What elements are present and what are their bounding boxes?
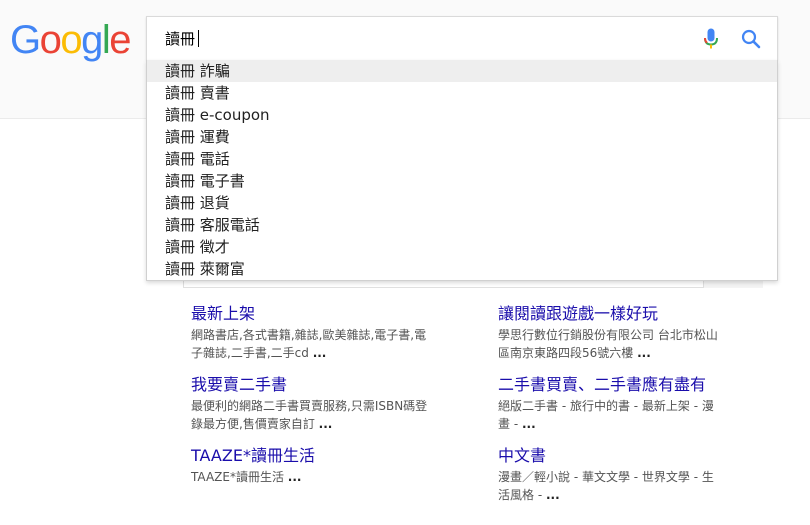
sitelink-snippet: 學思行數位行銷股份有限公司 台北市松山區南京東路四段56號六樓 ... bbox=[498, 326, 718, 362]
suggestion-item[interactable]: 讀冊 退貨 bbox=[147, 192, 777, 214]
sitelink: 我要賣二手書 最便利的網路二手書買賣服務,只需ISBN碼登錄最方便,售價賣家自訂… bbox=[191, 375, 491, 433]
sitelink-snippet: 漫畫／輕小說 - 華文文學 - 世界文學 - 生活風格 - ... bbox=[498, 468, 718, 504]
snippet-ellipsis: ... bbox=[287, 470, 302, 484]
sitelink: TAAZE*讀冊生活 TAAZE*讀冊生活 ... bbox=[191, 446, 491, 486]
sitelink-title[interactable]: 二手書買賣、二手書應有盡有 bbox=[498, 375, 798, 397]
text-caret bbox=[198, 30, 200, 47]
microphone-icon[interactable] bbox=[703, 28, 719, 50]
snippet-text: 最便利的網路二手書買賣服務,只需ISBN碼登錄最方便,售價賣家自訂 bbox=[191, 399, 428, 431]
snippet-text: 網路書店,各式書籍,雜誌,歐美雜誌,電子書,電子雜誌,二手書,二手cd bbox=[191, 328, 427, 360]
suggestion-item[interactable]: 讀冊 客服電話 bbox=[147, 214, 777, 236]
logo-letter: l bbox=[101, 18, 111, 62]
sitelink-title[interactable]: 我要賣二手書 bbox=[191, 375, 491, 397]
sitelink: 二手書買賣、二手書應有盡有 絕版二手書 - 旅行中的書 - 最新上架 - 漫畫 … bbox=[498, 375, 798, 433]
snippet-ellipsis: ... bbox=[521, 417, 536, 431]
suggestion-item[interactable]: 讀冊 詐騙 bbox=[147, 60, 777, 82]
logo-letter: o bbox=[60, 18, 82, 62]
sitelink: 中文書 漫畫／輕小說 - 華文文學 - 世界文學 - 生活風格 - ... bbox=[498, 446, 798, 504]
search-input[interactable]: 讀冊 bbox=[165, 17, 200, 61]
sitelink-snippet: 絕版二手書 - 旅行中的書 - 最新上架 - 漫畫 - ... bbox=[498, 397, 718, 433]
suggestion-item[interactable]: 讀冊 電子書 bbox=[147, 170, 777, 192]
suggestion-item[interactable]: 讀冊 運費 bbox=[147, 126, 777, 148]
sitelink-snippet: 最便利的網路二手書買賣服務,只需ISBN碼登錄最方便,售價賣家自訂 ... bbox=[191, 397, 431, 433]
suggestion-item[interactable]: 讀冊 賣書 bbox=[147, 82, 777, 104]
sitelink-title[interactable]: 最新上架 bbox=[191, 304, 491, 326]
sitelink-snippet: 網路書店,各式書籍,雜誌,歐美雜誌,電子書,電子雜誌,二手書,二手cd ... bbox=[191, 326, 431, 362]
suggestion-item[interactable]: 讀冊 萊爾富 bbox=[147, 258, 777, 280]
suggestion-item[interactable]: 讀冊 電話 bbox=[147, 148, 777, 170]
snippet-text: TAAZE*讀冊生活 bbox=[191, 470, 284, 484]
suggestion-item[interactable]: 讀冊 e-coupon bbox=[147, 104, 777, 126]
search-icon[interactable] bbox=[741, 29, 761, 49]
logo-letter: e bbox=[109, 18, 131, 62]
sitelink-snippet: TAAZE*讀冊生活 ... bbox=[191, 468, 431, 486]
snippet-text: 學思行數位行銷股份有限公司 台北市松山區南京東路四段56號六樓 bbox=[498, 328, 718, 360]
sitelink: 最新上架 網路書店,各式書籍,雜誌,歐美雜誌,電子書,電子雜誌,二手書,二手cd… bbox=[191, 304, 491, 362]
snippet-ellipsis: ... bbox=[637, 346, 651, 360]
snippet-ellipsis: ... bbox=[312, 346, 327, 360]
autocomplete-dropdown: 讀冊 詐騙 讀冊 賣書 讀冊 e-coupon 讀冊 運費 讀冊 電話 讀冊 電… bbox=[146, 60, 778, 281]
snippet-text: 漫畫／輕小說 - 華文文學 - 世界文學 - 生活風格 - bbox=[498, 470, 714, 502]
sitelink: 讓閱讀跟遊戲一樣好玩 學思行數位行銷股份有限公司 台北市松山區南京東路四段56號… bbox=[498, 304, 798, 362]
logo-letter: o bbox=[39, 18, 62, 62]
sitelink-title[interactable]: 中文書 bbox=[498, 446, 798, 468]
suggestion-item[interactable]: 讀冊 徵才 bbox=[147, 236, 777, 258]
search-box[interactable]: 讀冊 bbox=[146, 16, 778, 60]
search-query-text: 讀冊 bbox=[165, 30, 196, 48]
logo-letter: g bbox=[81, 18, 103, 62]
snippet-ellipsis: ... bbox=[545, 488, 560, 502]
logo-letter: G bbox=[10, 18, 41, 62]
sitelink-title[interactable]: 讓閱讀跟遊戲一樣好玩 bbox=[498, 304, 798, 326]
google-logo[interactable]: Google bbox=[10, 17, 131, 63]
snippet-ellipsis: ... bbox=[318, 417, 333, 431]
sitelink-title[interactable]: TAAZE*讀冊生活 bbox=[191, 446, 491, 468]
